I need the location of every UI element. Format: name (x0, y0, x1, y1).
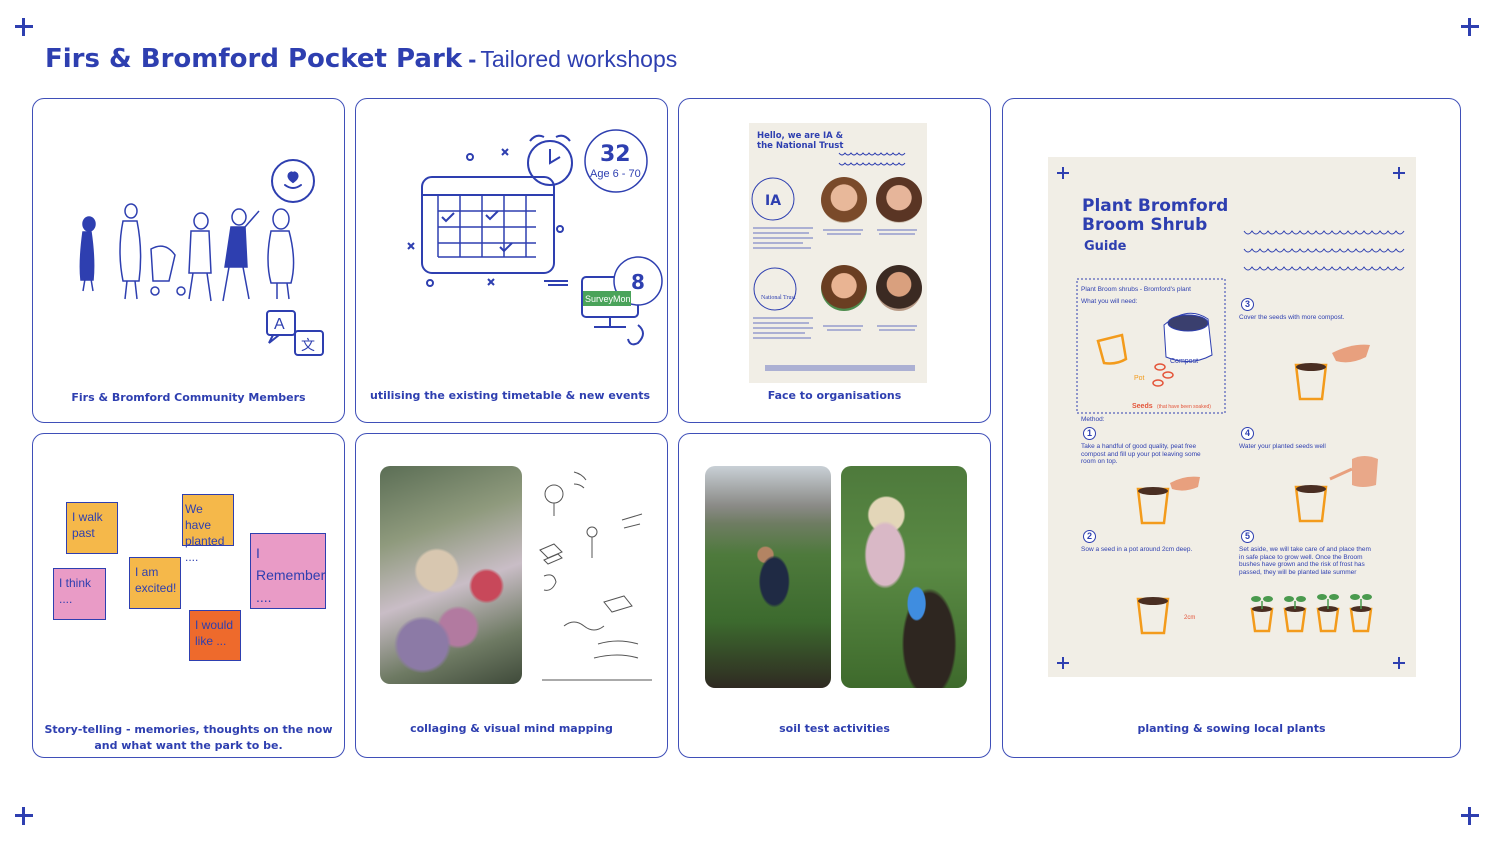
card-planting: Plant Bromford Broom Shrub Guide Pot Com… (1002, 98, 1461, 758)
title-separator: - (468, 48, 477, 72)
step-number: 4 (1241, 427, 1254, 440)
card-organisations: Hello, we are IA & the National Trust IA… (678, 98, 991, 423)
card-caption: collaging & visual mind mapping (410, 722, 613, 735)
sticky-note: I would like ... (189, 610, 241, 661)
soil-photo-man (705, 466, 831, 688)
card-caption: planting & sowing local plants (1137, 722, 1326, 735)
corner-plus-icon-bottom-left (15, 807, 33, 825)
card-community-members: A 文 Firs & Bromford Community Members (32, 98, 345, 423)
card-collage: collaging & visual mind mapping (355, 433, 668, 758)
step-text: Cover the seeds with more compost. (1239, 314, 1345, 321)
svg-text:8: 8 (631, 270, 645, 294)
step-text: Water your planted seeds well (1239, 443, 1326, 450)
mind-map-sketch (539, 471, 652, 681)
svg-text:32: 32 (600, 142, 631, 167)
page-title: Firs & Bromford Pocket Park - Tailored wor… (45, 44, 677, 74)
card-caption: Firs & Bromford Community Members (71, 391, 306, 404)
card-soil: soil test activities (678, 433, 991, 758)
svg-text:Pot: Pot (1134, 375, 1145, 382)
person-photo (821, 265, 867, 311)
sticky-note: I walk past (66, 502, 118, 554)
guide-box-title: Plant Broom shrubs - Bromford's plant (1081, 286, 1191, 293)
guide-box-need: What you will need: (1081, 298, 1138, 305)
sticky-note: I think .... (53, 568, 106, 620)
card-caption: utilising the existing timetable & new e… (370, 389, 651, 402)
step-text: Set aside, we will take care of and plac… (1239, 546, 1371, 576)
sticky-note: I Remember .... (250, 533, 326, 609)
svg-text:文: 文 (301, 338, 315, 354)
corner-plus-icon-top-left (15, 18, 33, 36)
card-caption: Face to organisations (767, 389, 902, 402)
page-subtitle: Tailored workshops (480, 46, 678, 72)
soil-photo-child (841, 466, 967, 688)
svg-text:National Trust: National Trust (761, 295, 796, 301)
corner-plus-icon-top-right (1461, 18, 1479, 36)
poster-graphics: IA National Trust (751, 152, 917, 371)
svg-text:Seeds: Seeds (1132, 403, 1153, 410)
step-text: Take a handful of good quality, peat fre… (1081, 443, 1201, 465)
svg-text:A: A (274, 316, 285, 333)
corner-plus-icon-bottom-right (1461, 807, 1479, 825)
collage-photo (380, 466, 522, 684)
planting-guide-image: Plant Bromford Broom Shrub Guide Pot Com… (1048, 157, 1416, 677)
calendar-illustration: SurveyMonkey 32 Age 6 - 70 8 (407, 129, 663, 346)
svg-text:(that have been soaked): (that have been soaked) (1157, 404, 1211, 410)
person-photo (876, 265, 922, 311)
sticky-note: I am excited! (129, 557, 181, 609)
card-caption: Story-telling - memories, thoughts on th… (44, 723, 333, 752)
svg-text:SurveyMonkey: SurveyMonkey (585, 294, 645, 304)
step-text: Sow a seed in a pot around 2cm deep. (1081, 546, 1193, 553)
logo-nt-icon (753, 267, 797, 311)
svg-text:2cm: 2cm (1184, 615, 1195, 621)
poster-image: Hello, we are IA & the National Trust IA… (749, 123, 927, 383)
card-storytelling: I walk past We have planted .... I think… (32, 433, 345, 758)
person-photo (821, 177, 867, 223)
guide-method-label: Method: (1081, 416, 1105, 423)
card-timetable: SurveyMonkey 32 Age 6 - 70 8 utilising t… (355, 98, 668, 423)
card-caption: soil test activities (779, 722, 890, 735)
svg-text:Compost: Compost (1170, 358, 1198, 365)
person-photo (876, 177, 922, 223)
community-people-illustration: A 文 (79, 159, 324, 356)
step-number: 5 (1241, 530, 1254, 543)
sticky-note: We have planted .... (182, 494, 234, 564)
step-number: 2 (1083, 530, 1096, 543)
svg-text:IA: IA (765, 193, 781, 209)
step-number: 1 (1083, 427, 1096, 440)
calendar-icon (421, 176, 555, 274)
sparkle-icon (501, 148, 509, 156)
svg-text:Age 6 - 70: Age 6 - 70 (590, 168, 641, 180)
step-number: 3 (1241, 298, 1254, 311)
page-title-main: Firs & Bromford Pocket Park (45, 44, 463, 74)
